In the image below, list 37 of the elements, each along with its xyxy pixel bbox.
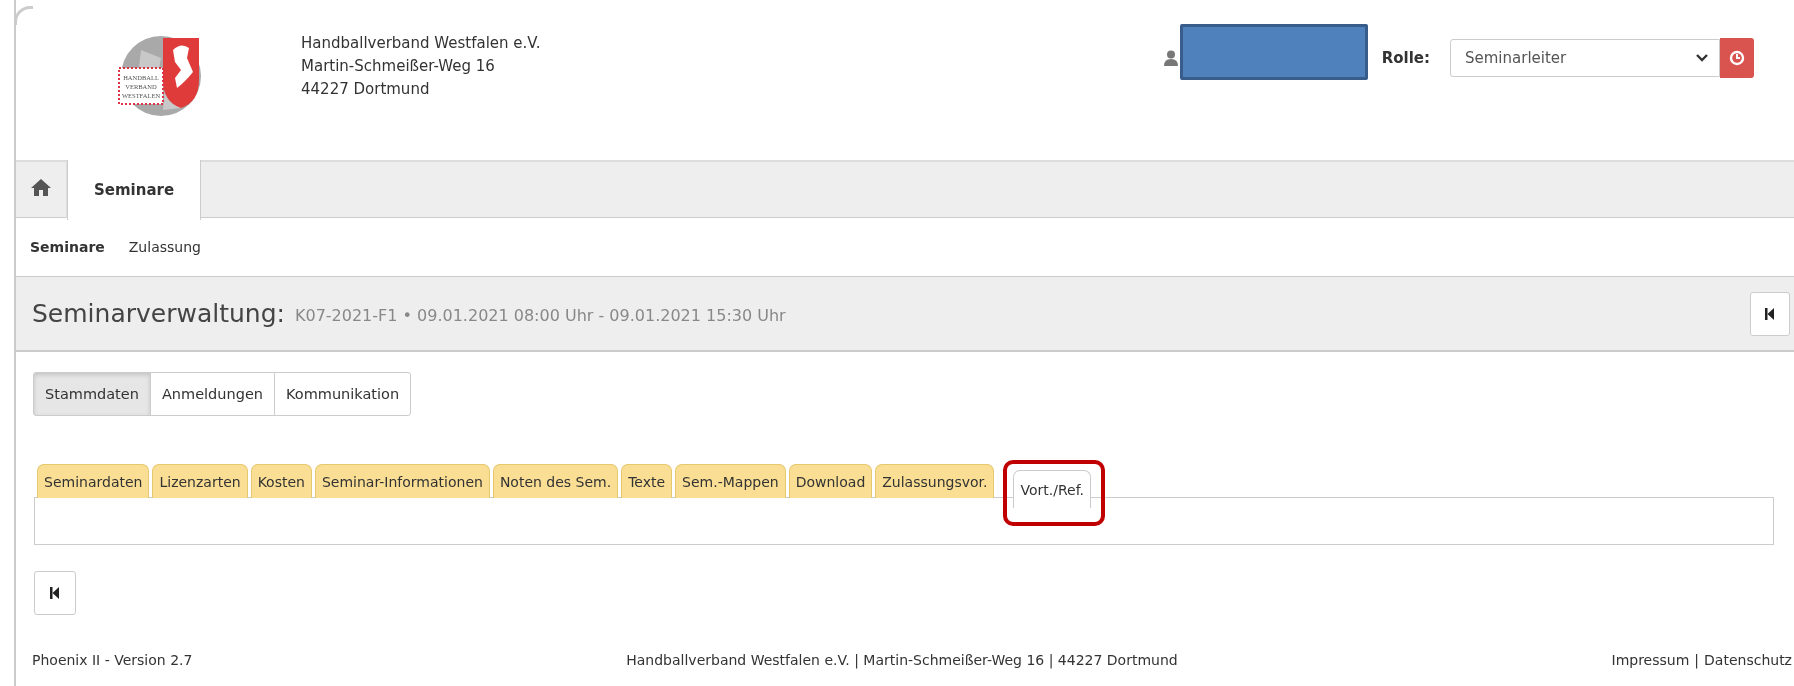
seminar-details: K07-2021-F1 • 09.01.2021 08:00 Uhr - 09.01.2021 15:30 Uhr — [294, 306, 786, 325]
tab[interactable]: Noten des Sem. — [492, 464, 619, 498]
page-title: Seminarverwaltung: — [32, 299, 285, 328]
power-icon — [1729, 50, 1745, 66]
version-text: Phoenix II - Version 2.7 — [32, 652, 193, 668]
tab[interactable]: Seminardaten — [37, 464, 150, 498]
logout-button[interactable] — [1720, 38, 1754, 78]
tab[interactable]: Zulassungsvor. — [875, 464, 995, 498]
role-label: Rolle: — [1381, 49, 1430, 67]
footer-address: Handballverband Westfalen e.V. | Martin-Schmeißer-Weg 16 | 44227 Dortmund — [626, 652, 1178, 668]
footer-link[interactable]: Impressum — [1611, 652, 1690, 668]
footer-link[interactable]: Datenschutz — [1704, 652, 1792, 668]
subnav-link[interactable]: Seminare — [30, 239, 105, 255]
view-button[interactable]: Stammdaten — [33, 372, 151, 416]
view-button[interactable]: Kommunikation — [274, 372, 412, 416]
skip-back-icon — [50, 586, 60, 600]
tab[interactable]: Kosten — [250, 464, 312, 498]
subnav-link[interactable]: Zulassung — [128, 239, 201, 255]
home-icon — [31, 178, 51, 196]
tab[interactable]: Seminar-Informationen — [314, 464, 490, 498]
address-line: Martin-Schmeißer-Weg 16 — [301, 56, 496, 77]
role-select[interactable]: Seminarleiter — [1450, 39, 1720, 77]
view-button[interactable]: Anmeldungen — [149, 372, 275, 416]
address-line: Handballverband Westfalen e.V. — [301, 33, 541, 54]
tab[interactable]: Sem.-Mappen — [675, 464, 786, 498]
address-line: 44227 Dortmund — [301, 79, 431, 100]
user-icon — [1163, 50, 1178, 66]
link-separator: | — [1694, 652, 1700, 668]
skip-back-icon — [1765, 306, 1775, 321]
collapse-button[interactable] — [1750, 291, 1790, 336]
tab[interactable]: Lizenzarten — [152, 464, 248, 498]
tab[interactable]: Texte — [621, 464, 673, 498]
collapse-button[interactable] — [34, 571, 76, 615]
nav-tab[interactable]: Seminare — [67, 160, 202, 220]
chevron-down-icon — [1695, 53, 1709, 63]
tab[interactable]: Download — [788, 464, 873, 498]
tab[interactable]: Vort./Ref. — [1013, 470, 1092, 508]
